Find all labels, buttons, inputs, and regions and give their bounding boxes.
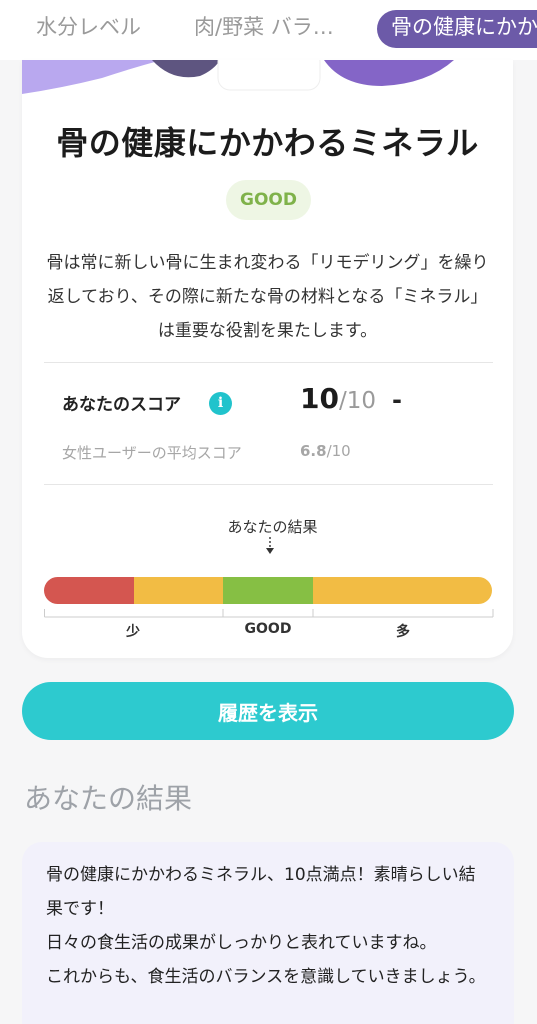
result-message-card: 骨の健康にかかわるミネラル、10点満点！素晴らしい結果です！ 日々の食生活の成果… bbox=[22, 842, 514, 1024]
range-tick-marks bbox=[44, 609, 494, 618]
result-message: 骨の健康にかかわるミネラル、10点満点！素晴らしい結果です！ 日々の食生活の成果… bbox=[46, 865, 486, 987]
category-tabs: 水分レベル 肉/野菜 バラ… 骨の健康にかか bbox=[0, 0, 537, 60]
average-score: 6.8/10 bbox=[300, 442, 351, 460]
average-score-max: /10 bbox=[326, 442, 351, 460]
result-marker-label: あなたの結果 bbox=[227, 518, 318, 536]
average-score-label: 女性ユーザーの平均スコア bbox=[62, 444, 242, 462]
info-icon[interactable]: i bbox=[209, 392, 232, 415]
range-segment-mid-low bbox=[134, 577, 223, 604]
score-max: /10 bbox=[338, 388, 376, 414]
scale-label-good: GOOD bbox=[244, 621, 292, 637]
average-score-value: 6.8 bbox=[300, 442, 327, 460]
divider bbox=[44, 362, 493, 363]
down-arrow-icon bbox=[266, 537, 274, 554]
your-score: 10/10- bbox=[300, 382, 402, 415]
tab-bone-health[interactable]: 骨の健康にかか bbox=[377, 10, 537, 48]
scale-label-high: 多 bbox=[396, 624, 410, 640]
score-range-bar bbox=[44, 577, 492, 604]
bone-mineral-card: 骨の健康にかかわるミネラル GOOD 骨は常に新しい骨に生まれ変わる「リモデリン… bbox=[22, 60, 513, 658]
score-value: 10 bbox=[300, 382, 339, 415]
range-segment-good bbox=[223, 577, 313, 604]
range-segment-low bbox=[44, 577, 134, 604]
card-description: 骨は常に新しい骨に生まれ変わる「リモデリング」を繰り返しており、その際に新たな骨… bbox=[46, 253, 489, 341]
card-title: 骨の健康にかかわるミネラル bbox=[56, 124, 479, 162]
your-score-label: あなたのスコア bbox=[62, 395, 181, 415]
score-change: - bbox=[391, 386, 402, 414]
divider bbox=[44, 484, 493, 485]
scale-label-low: 少 bbox=[126, 624, 140, 640]
status-badge: GOOD bbox=[226, 180, 311, 220]
tab-hydration[interactable]: 水分レベル bbox=[36, 17, 141, 38]
tab-meat-vegetable-balance[interactable]: 肉/野菜 バラ… bbox=[194, 17, 334, 38]
range-segment-high bbox=[313, 577, 492, 604]
decorative-header-illustration bbox=[22, 60, 454, 94]
results-section-title: あなたの結果 bbox=[24, 782, 193, 815]
show-history-button[interactable]: 履歴を表示 bbox=[22, 682, 514, 740]
